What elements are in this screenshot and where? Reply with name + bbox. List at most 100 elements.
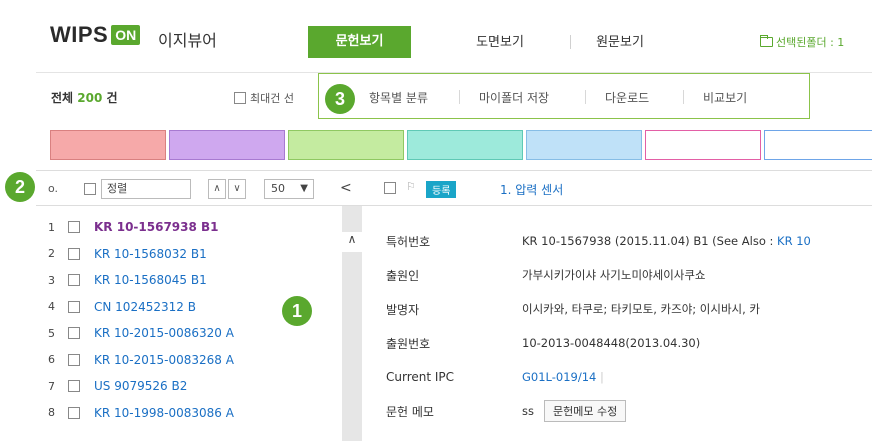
collapse-panel-button[interactable]: < xyxy=(340,180,352,196)
detail-label: 출원인 xyxy=(386,268,420,283)
download-button[interactable]: 다운로드 xyxy=(605,89,649,106)
row-index: 8 xyxy=(48,406,55,419)
row-checkbox[interactable] xyxy=(68,221,80,233)
list-item[interactable]: 8 KR 10-1998-0083086 A xyxy=(36,400,336,426)
compare-view-button[interactable]: 비교보기 xyxy=(703,89,747,106)
row-checkbox[interactable] xyxy=(68,327,80,339)
actions-group: 항목별 분류 마이폴더 저장 다운로드 비교보기 xyxy=(318,73,810,119)
list-item[interactable]: 2 KR 10-1568032 B1 xyxy=(36,241,336,267)
tab-document-view[interactable]: 문헌보기 xyxy=(308,26,411,58)
ipc-value: G01L-019/14 | xyxy=(522,370,604,384)
wipson-logo[interactable]: WIPS ON xyxy=(50,22,141,48)
see-also-link[interactable]: KR 10 xyxy=(777,234,811,248)
row-index: 3 xyxy=(48,273,55,287)
logo-badge: ON xyxy=(111,25,141,45)
detail-header: ⚐ 등록 1. 압력 센서 xyxy=(362,170,872,206)
tab-divider xyxy=(570,35,571,49)
detail-row-ipc: Current IPC G01L-019/14 | xyxy=(362,360,872,394)
inventor-value: 이시카와, 타쿠로; 타키모토, 카즈야; 이시바시, 카 xyxy=(522,302,761,316)
page-size-select[interactable]: 50 ▼ xyxy=(264,179,314,199)
list-item[interactable]: 7 US 9079526 B2 xyxy=(36,373,336,399)
applicant-value: 가부시키가이샤 사기노미야세이사쿠쇼 xyxy=(522,268,706,282)
select-all-checkbox[interactable] xyxy=(84,183,96,195)
list-item[interactable]: 5 KR 10-2015-0086320 A xyxy=(36,320,336,346)
row-checkbox[interactable] xyxy=(68,300,80,313)
classify-by-item-button[interactable]: 항목별 분류 xyxy=(369,89,428,106)
row-checkbox[interactable] xyxy=(68,274,80,286)
patent-number-link[interactable]: KR 10-1567938 B1 xyxy=(94,220,219,234)
patent-number-value: KR 10-1567938 (2015.11.04) B1 (See Also … xyxy=(522,234,778,248)
patent-number-link[interactable]: US 9079526 B2 xyxy=(94,379,187,393)
flag-icon[interactable]: ⚐ xyxy=(406,180,416,193)
chevron-down-icon: ▼ xyxy=(300,183,308,194)
status-badge: 등록 xyxy=(426,181,457,198)
list-item[interactable]: 6 KR 10-2015-0083268 A xyxy=(36,347,336,373)
edit-memo-button[interactable]: 문헌메모 수정 xyxy=(543,400,627,422)
detail-label: 문헌 메모 xyxy=(386,404,434,419)
row-checkbox[interactable] xyxy=(68,247,80,260)
detail-label: 출원번호 xyxy=(386,336,431,351)
detail-value: KR 10-1567938 (2015.11.04) B1 (See Also … xyxy=(522,234,811,248)
patent-list: 1 KR 10-1567938 B1 2 KR 10-1568032 B1 3 KR 10… xyxy=(36,214,342,441)
number-column-label: o. xyxy=(48,182,59,195)
detail-select-checkbox[interactable] xyxy=(384,182,396,194)
patent-number-link[interactable]: KR 10-2015-0086320 A xyxy=(94,326,234,340)
patent-number-link[interactable]: KR 10-2015-0083268 A xyxy=(94,353,234,367)
total-suffix: 건 xyxy=(106,91,118,105)
total-count: 전체 200 건 xyxy=(51,89,118,106)
callout-badge-2: 2 xyxy=(5,172,35,202)
row-checkbox[interactable] xyxy=(68,380,80,392)
ipc-separator: | xyxy=(600,370,604,384)
patent-number-link[interactable]: KR 10-1998-0083086 A xyxy=(94,406,234,420)
max-select-checkbox[interactable]: 최대건 선 xyxy=(234,90,294,106)
detail-label: 발명자 xyxy=(386,302,420,317)
color-swatch[interactable] xyxy=(764,130,872,160)
page-size-value: 50 xyxy=(271,182,285,195)
tab-original-view[interactable]: 원문보기 xyxy=(580,27,660,59)
detail-row-patent-number: 특허번호 KR 10-1567938 (2015.11.04) B1 (See … xyxy=(362,224,872,258)
tab-drawing-view[interactable]: 도면보기 xyxy=(455,27,545,59)
document-title[interactable]: 1. 압력 센서 xyxy=(500,181,563,198)
detail-label: 특허번호 xyxy=(386,234,431,249)
row-checkbox[interactable] xyxy=(68,406,80,419)
selected-folder-label: 선택된폴더 : 1 xyxy=(776,36,845,49)
detail-row-memo: 문헌 메모 ss 문헌메모 수정 xyxy=(362,394,872,428)
patent-number-link[interactable]: KR 10-1568032 B1 xyxy=(94,247,207,261)
row-index: 2 xyxy=(48,247,55,260)
sort-asc-button[interactable]: ∧ xyxy=(208,179,226,199)
detail-row-applicant: 출원인 가부시키가이샤 사기노미야세이사쿠쇼 xyxy=(362,258,872,292)
color-swatch[interactable] xyxy=(645,130,761,160)
color-swatch[interactable] xyxy=(50,130,166,160)
save-to-myfolder-button[interactable]: 마이폴더 저장 xyxy=(479,89,549,106)
ipc-link[interactable]: G01L-019/14 xyxy=(522,370,596,384)
list-item[interactable]: 1 KR 10-1567938 B1 xyxy=(36,214,336,240)
list-item[interactable]: 4 CN 102452312 B xyxy=(36,294,336,320)
row-index: 5 xyxy=(48,326,55,340)
selected-folder-link[interactable]: 선택된폴더 : 1 xyxy=(760,34,844,50)
action-divider xyxy=(459,90,460,104)
max-select-checkbox-box[interactable] xyxy=(234,92,246,104)
top-bar: WIPS ON 이지뷰어 문헌보기 도면보기 원문보기 선택된폴더 : 1 xyxy=(0,0,872,72)
patent-number-link[interactable]: CN 102452312 B xyxy=(94,300,196,314)
action-divider xyxy=(683,90,684,104)
color-swatch[interactable] xyxy=(526,130,642,160)
sort-desc-button[interactable]: ∨ xyxy=(228,179,246,199)
list-item[interactable]: 3 KR 10-1568045 B1 xyxy=(36,267,336,293)
color-swatch[interactable] xyxy=(407,130,523,160)
color-swatch[interactable] xyxy=(288,130,404,160)
row-index: 1 xyxy=(48,220,55,234)
patent-number-link[interactable]: KR 10-1568045 B1 xyxy=(94,273,207,287)
scroll-up-icon[interactable]: ∧ xyxy=(342,232,362,252)
action-divider xyxy=(585,90,586,104)
row-index: 4 xyxy=(48,300,55,313)
color-swatch[interactable] xyxy=(169,130,285,160)
callout-badge-3: 3 xyxy=(325,84,355,114)
total-prefix: 전체 xyxy=(51,91,74,105)
row-checkbox[interactable] xyxy=(68,353,80,366)
max-select-label: 최대건 선 xyxy=(250,92,294,105)
application-number-value: 10-2013-0048448(2013.04.30) xyxy=(522,336,701,350)
row-index: 6 xyxy=(48,353,55,366)
detail-row-application-number: 출원번호 10-2013-0048448(2013.04.30) xyxy=(362,326,872,360)
memo-value: ss 문헌메모 수정 xyxy=(522,400,627,422)
sort-select[interactable]: 정렬 xyxy=(101,179,191,199)
